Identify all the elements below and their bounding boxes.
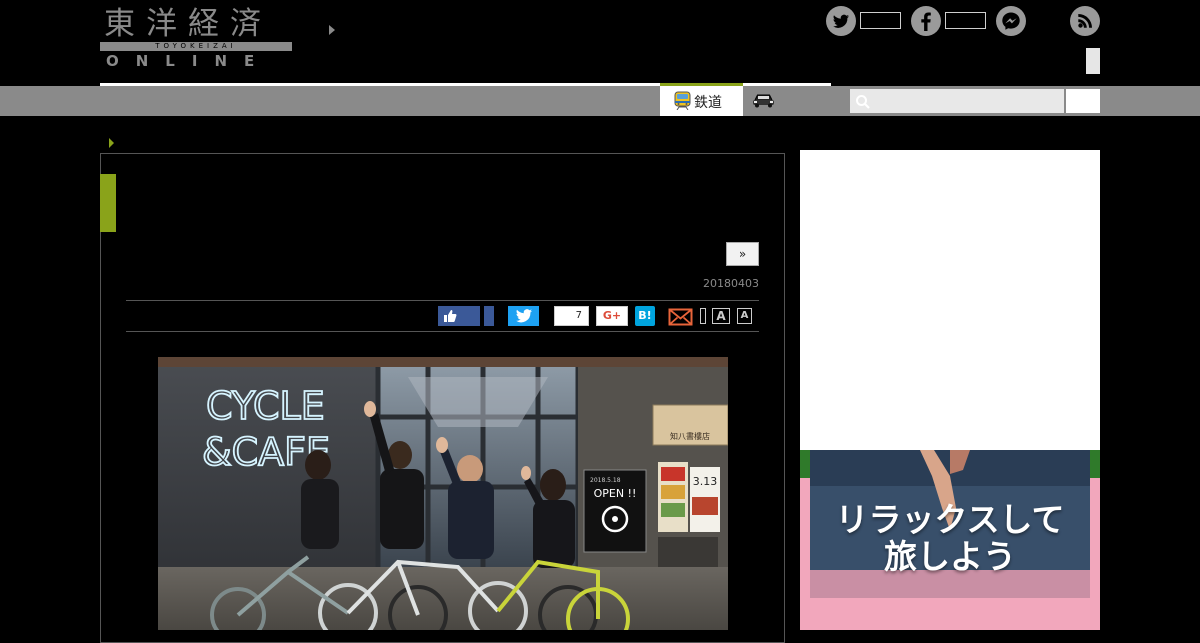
menu-toggle-button[interactable] [1086, 48, 1100, 74]
twitter-bird-icon [516, 309, 532, 323]
train-icon [674, 91, 691, 110]
banner-line2: 旅しよう [884, 537, 1016, 576]
share-rule-top [126, 300, 759, 301]
logo-roman: TOYOKEIZAI [155, 42, 237, 50]
site-logo[interactable]: 東洋経済 TOYOKEIZAI ONLINE [100, 6, 292, 70]
twitter-count [860, 12, 901, 29]
twitter-share-button[interactable] [508, 306, 539, 326]
tab-railway-label: 鉄道 [694, 95, 722, 111]
breadcrumb-arrow-icon[interactable] [109, 138, 114, 148]
tab-railway[interactable]: 鉄道 [660, 83, 743, 116]
photo-poster-title: OPEN !! [594, 487, 637, 500]
pocket-share-count[interactable]: 7 [554, 306, 589, 326]
sidebar-travel-banner[interactable]: リラックスして 旅しよう [800, 450, 1100, 630]
search-input[interactable] [850, 89, 1064, 113]
hatena-bookmark-button[interactable]: B! [635, 306, 655, 326]
googleplus-share-button[interactable]: G+ [596, 306, 628, 326]
car-icon[interactable] [752, 92, 775, 108]
header-arrow-icon[interactable] [329, 25, 335, 35]
mail-icon[interactable] [668, 307, 693, 326]
article-photo: CYCLE &CAFE 知八書樓店 2018.5.18 OPEN !! 3.13 [158, 357, 728, 630]
photo-sign-line1: CYCLE [206, 384, 325, 428]
sidebar-ad-slot[interactable] [800, 150, 1100, 450]
next-page-button[interactable]: » [726, 242, 759, 266]
share-rule-bottom [126, 331, 759, 332]
search-icon [856, 95, 870, 109]
twitter-icon[interactable] [826, 6, 856, 36]
facebook-icon[interactable] [911, 6, 941, 36]
facebook-like-count [484, 306, 494, 326]
font-size-small-button[interactable]: A [737, 308, 752, 324]
share-more-button[interactable] [700, 308, 706, 324]
facebook-count [945, 12, 986, 29]
banner-copy: リラックスして 旅しよう [814, 501, 1086, 575]
article-date: 20180403 [703, 277, 759, 290]
logo-online: ONLINE [106, 52, 272, 70]
thumbs-up-icon [444, 310, 457, 322]
search-button[interactable] [1066, 89, 1100, 113]
title-accent-bar [100, 174, 116, 232]
messenger-icon[interactable] [996, 6, 1026, 36]
photo-poster-date: 2018.5.18 [590, 477, 621, 484]
logo-kanji: 東洋経済 [104, 6, 272, 42]
font-size-large-button[interactable]: A [712, 308, 730, 324]
site-header: 東洋経済 TOYOKEIZAI ONLINE [0, 0, 1200, 84]
facebook-like-button[interactable] [438, 306, 480, 326]
photo-date-sign: 3.13 [693, 475, 718, 488]
rss-icon[interactable] [1070, 6, 1100, 36]
banner-line1: リラックスして [835, 500, 1065, 539]
photo-shop-sign: 知八書樓店 [670, 431, 710, 441]
